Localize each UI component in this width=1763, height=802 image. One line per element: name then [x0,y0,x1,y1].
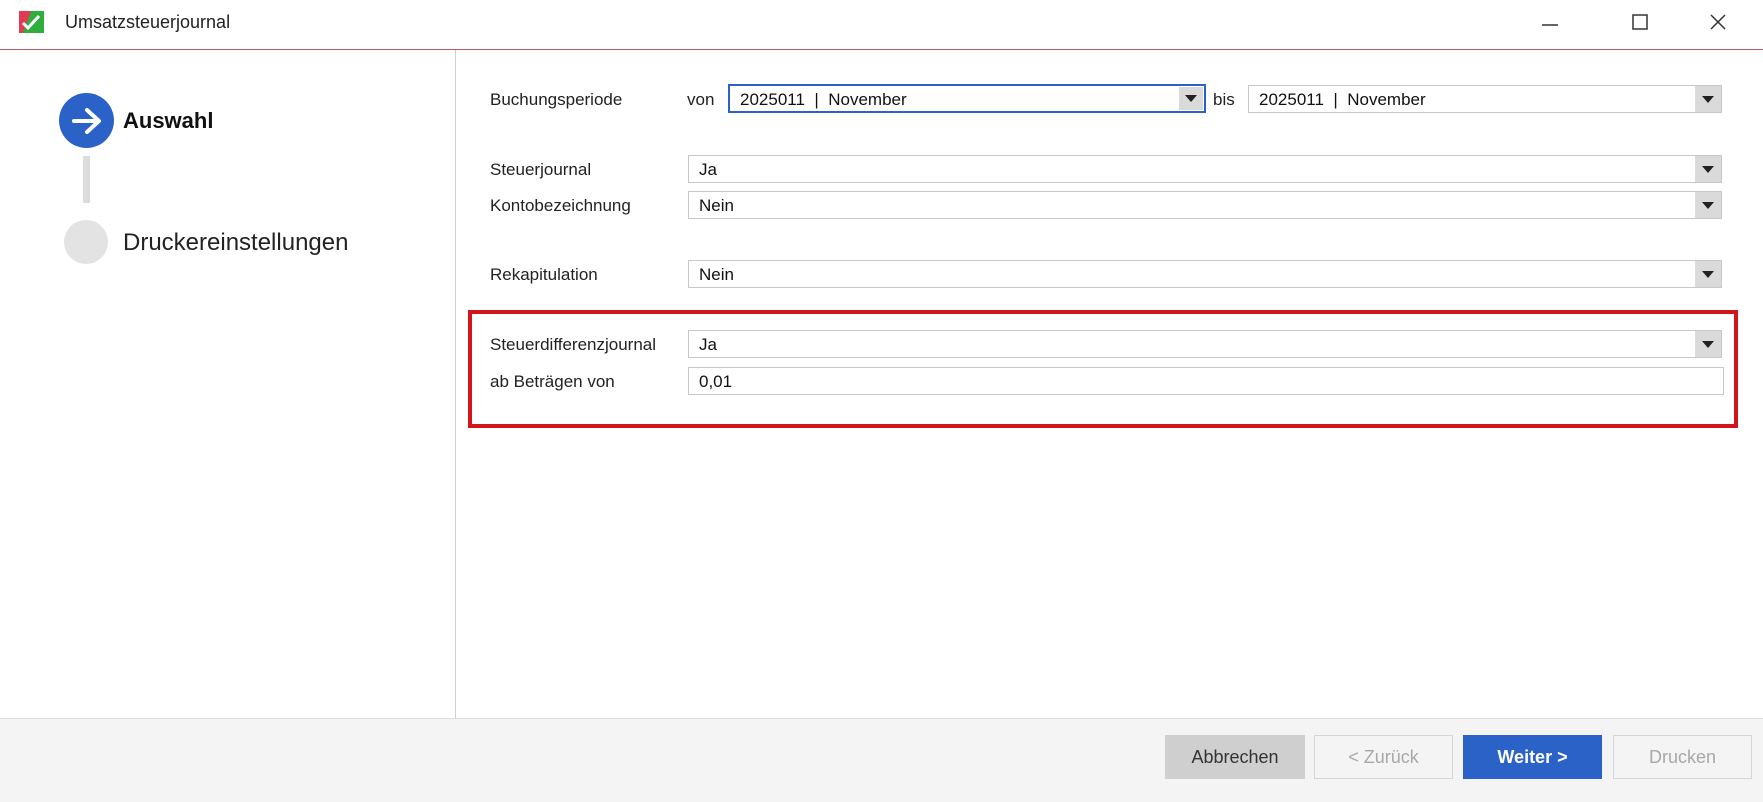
von-label: von [687,90,715,109]
steuerjournal-value: Ja [699,160,717,179]
weiter-button[interactable]: Weiter > [1463,735,1602,779]
bis-period-select[interactable]: 2025011 | November [1248,85,1722,113]
rekapitulation-label: Rekapitulation [490,265,598,284]
steuerjournal-label: Steuerjournal [490,160,592,179]
title-bar: Umsatzsteuerjournal [0,0,1763,50]
bis-label: bis [1213,90,1235,109]
rekapitulation-select[interactable]: Nein [688,260,1722,288]
kontobezeichnung-value: Nein [699,196,734,215]
steuerjournal-dropdown-arrow-icon[interactable] [1695,156,1721,182]
bis-dropdown-arrow-icon[interactable] [1695,86,1721,112]
zurueck-button[interactable]: < Zurück [1314,735,1453,779]
von-period-select[interactable]: 2025011 | November [728,84,1206,113]
steuerdifferenzjournal-value: Ja [699,335,717,354]
step-connector [83,156,90,203]
maximize-button[interactable] [1620,6,1660,38]
rekapitulation-value: Nein [699,265,734,284]
drucken-button[interactable]: Drucken [1613,735,1752,779]
step-druckereinstellungen-label[interactable]: Druckereinstellungen [123,229,348,257]
kontobezeichnung-dropdown-arrow-icon[interactable] [1695,192,1721,218]
rekapitulation-dropdown-arrow-icon[interactable] [1695,261,1721,287]
steuerdifferenzjournal-select[interactable]: Ja [688,330,1722,358]
step-auswahl-label[interactable]: Auswahl [123,108,213,134]
close-icon [1710,14,1726,30]
app-icon [19,11,44,33]
arrow-right-icon [71,107,101,134]
step-auswahl-indicator [59,93,114,148]
close-button[interactable] [1698,6,1738,38]
steuerjournal-select[interactable]: Ja [688,155,1722,183]
von-period-value: 2025011 | November [740,90,907,109]
buchungsperiode-label: Buchungsperiode [490,90,623,109]
window-title: Umsatzsteuerjournal [65,12,231,32]
wizard-sidebar: Auswahl Druckereinstellungen [0,50,456,718]
ab-betraegen-input[interactable]: 0,01 [688,367,1724,395]
kontobezeichnung-select[interactable]: Nein [688,191,1722,219]
abbrechen-button[interactable]: Abbrechen [1165,735,1305,779]
minimize-icon [1542,24,1558,26]
minimize-button[interactable] [1530,6,1570,38]
step-druckereinstellungen-indicator [64,220,108,264]
ab-betraegen-label: ab Beträgen von [490,372,615,391]
bis-period-value: 2025011 | November [1259,90,1426,109]
kontobezeichnung-label: Kontobezeichnung [490,196,631,215]
maximize-icon [1632,14,1648,30]
steuerdifferenzjournal-dropdown-arrow-icon[interactable] [1695,331,1721,357]
von-dropdown-arrow-icon[interactable] [1179,87,1203,110]
ab-betraegen-value[interactable]: 0,01 [699,372,732,392]
steuerdifferenzjournal-label: Steuerdifferenzjournal [490,335,657,354]
